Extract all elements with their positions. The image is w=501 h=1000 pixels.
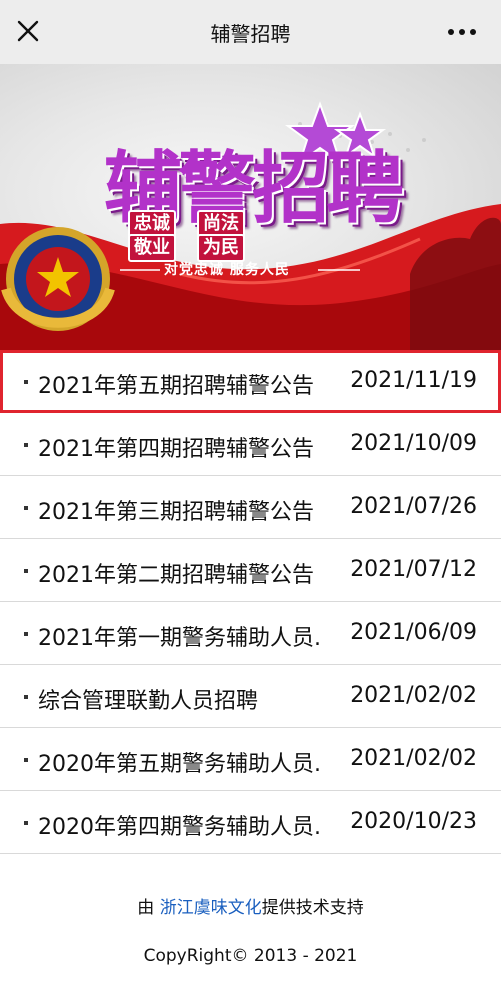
bullet-icon bbox=[24, 632, 28, 636]
item-date: 2021/10/09 bbox=[350, 431, 477, 456]
bullet-icon bbox=[24, 569, 28, 573]
item-title: 综合管理联勤人员招聘 bbox=[38, 689, 259, 714]
list-item[interactable]: 2020年第四期警务辅助人员. 2020/10/23 bbox=[0, 791, 501, 854]
item-date: 2021/02/02 bbox=[350, 683, 477, 708]
bullet-icon bbox=[24, 506, 28, 510]
item-date: 2021/07/12 bbox=[350, 557, 477, 582]
item-title: 2021年第五期招聘辅警公告 bbox=[38, 374, 314, 399]
bullet-icon bbox=[24, 758, 28, 762]
page-title: 辅警招聘 bbox=[210, 22, 291, 46]
bullet-icon bbox=[24, 695, 28, 699]
bullet-icon bbox=[24, 821, 28, 825]
copyright: CopyRight© 2013 - 2021 bbox=[143, 946, 358, 966]
banner-motto-4: 为民 bbox=[197, 234, 245, 262]
item-title: 2021年第一期警务辅助人员. bbox=[38, 626, 321, 651]
item-date: 2021/06/09 bbox=[350, 620, 477, 645]
item-title: 2020年第四期警务辅助人员. bbox=[38, 815, 321, 840]
list-item[interactable]: 2021年第五期招聘辅警公告 2021/11/19 bbox=[0, 350, 501, 413]
item-date: 2020/10/23 bbox=[350, 809, 477, 834]
item-title: 2021年第三期招聘辅警公告 bbox=[38, 500, 314, 525]
top-bar: 辅警招聘 bbox=[0, 0, 501, 64]
bullet-icon bbox=[24, 443, 28, 447]
tech-support-link[interactable]: 浙江虞味文化 bbox=[160, 898, 262, 918]
list-item[interactable]: 2020年第五期警务辅助人员. 2021/02/02 bbox=[0, 728, 501, 791]
tech-suffix: 提供技术支持 bbox=[261, 898, 364, 918]
bullet-icon bbox=[24, 380, 28, 384]
more-icon[interactable] bbox=[445, 18, 479, 46]
announcement-list: 2021年第五期招聘辅警公告 2021/11/19 2021年第四期招聘辅警公告… bbox=[0, 350, 501, 854]
item-date: 2021/02/02 bbox=[350, 746, 477, 771]
list-item[interactable]: 综合管理联勤人员招聘 2021/02/02 bbox=[0, 665, 501, 728]
tech-prefix: 由 bbox=[137, 898, 160, 918]
police-emblem bbox=[1, 227, 115, 331]
list-item[interactable]: 2021年第二期招聘辅警公告 2021/07/12 bbox=[0, 539, 501, 602]
list-item[interactable]: 2021年第一期警务辅助人员. 2021/06/09 bbox=[0, 602, 501, 665]
item-title: 2020年第五期警务辅助人员. bbox=[38, 752, 321, 777]
banner-motto-3: 敬业 bbox=[128, 234, 176, 262]
tech-support-text: 由 浙江虞味文化提供技术支持 bbox=[0, 893, 501, 918]
list-item[interactable]: 2021年第四期招聘辅警公告 2021/10/09 bbox=[0, 413, 501, 476]
item-title: 2021年第二期招聘辅警公告 bbox=[38, 563, 314, 588]
banner-slogan: 对党忠诚 服务人民 bbox=[164, 262, 290, 278]
list-item[interactable]: 2021年第三期招聘辅警公告 2021/07/26 bbox=[0, 476, 501, 539]
item-date: 2021/11/19 bbox=[350, 368, 477, 393]
item-title: 2021年第四期招聘辅警公告 bbox=[38, 437, 314, 462]
recruitment-banner: 辅警招聘 忠诚 尚法 敬业 为民 对党忠诚 服务人民 bbox=[0, 64, 501, 350]
item-date: 2021/07/26 bbox=[350, 494, 477, 519]
